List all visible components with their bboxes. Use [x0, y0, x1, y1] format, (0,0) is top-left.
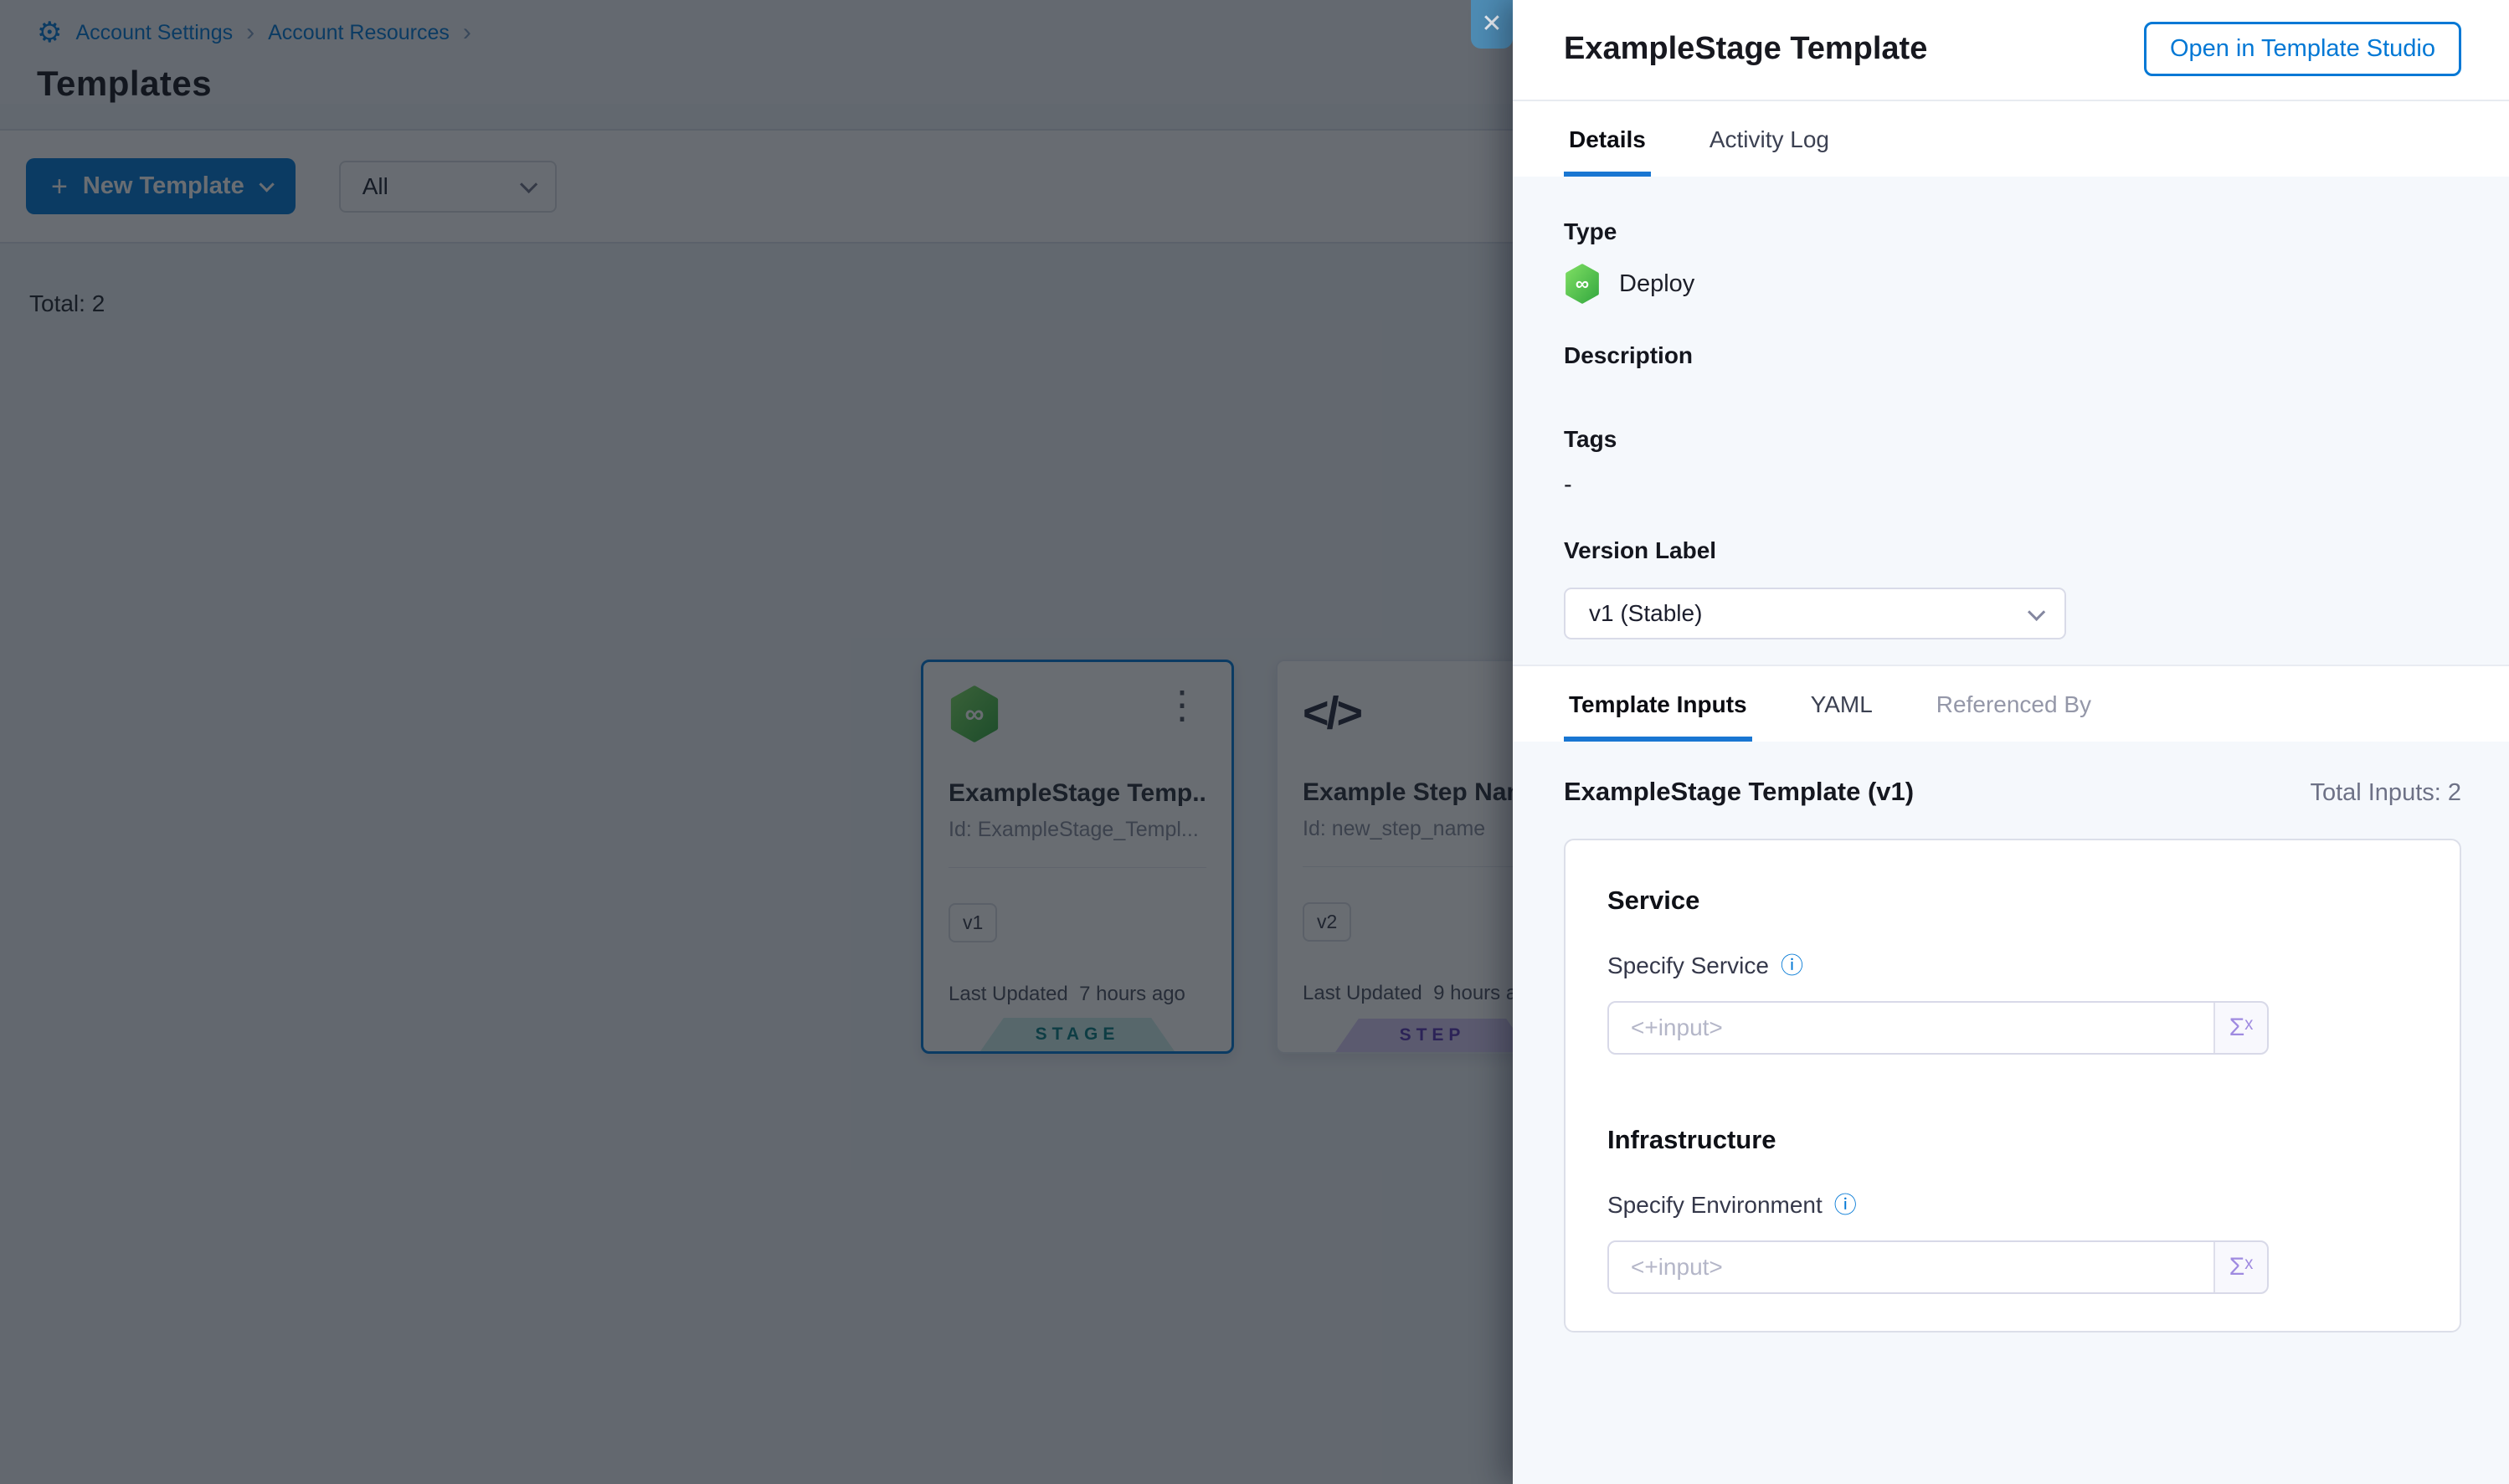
tags-value: -	[1564, 471, 2461, 499]
description-label: Description	[1564, 342, 2461, 369]
tab-template-inputs[interactable]: Template Inputs	[1564, 666, 1752, 742]
version-select-value: v1 (Stable)	[1589, 600, 1702, 627]
environment-input[interactable]	[1609, 1242, 2215, 1292]
service-input[interactable]	[1609, 1003, 2215, 1053]
panel-title: ExampleStage Template	[1564, 31, 1927, 67]
version-select[interactable]: v1 (Stable)	[1564, 588, 2066, 639]
version-label: Version Label	[1564, 537, 2461, 564]
specify-service-label: Specify Service ⓘ	[1607, 953, 2418, 979]
screen: ⚙ Account Settings › Account Resources ›…	[0, 0, 2509, 1484]
tab-details[interactable]: Details	[1564, 101, 1651, 177]
panel-sub-tabbar: Template Inputs YAML Referenced By	[1513, 665, 2509, 742]
chevron-down-icon	[2028, 603, 2045, 620]
panel-tabbar: Details Activity Log	[1513, 101, 2509, 177]
template-inputs-section: ExampleStage Template (v1) Total Inputs:…	[1513, 742, 2509, 1484]
service-section: Service Specify Service ⓘ Σˣ	[1607, 886, 2418, 1055]
close-panel-button[interactable]: ✕	[1471, 0, 1513, 49]
type-value-row: ∞ Deploy	[1564, 264, 2461, 304]
runtime-input-type-button[interactable]: Σˣ	[2215, 1242, 2267, 1292]
deploy-hexagon-icon: ∞	[1564, 264, 1601, 304]
close-icon: ✕	[1481, 12, 1502, 37]
field-label-text: Specify Service	[1607, 953, 1769, 979]
tab-yaml[interactable]: YAML	[1806, 666, 1878, 742]
service-input-group: Σˣ	[1607, 1001, 2269, 1055]
infrastructure-heading: Infrastructure	[1607, 1125, 2418, 1155]
svg-text:∞: ∞	[1576, 272, 1589, 294]
details-section: Type ∞ Deploy Description Tags - Version…	[1513, 177, 2509, 665]
service-heading: Service	[1607, 886, 2418, 916]
field-label-text: Specify Environment	[1607, 1192, 1823, 1219]
infrastructure-section: Infrastructure Specify Environment ⓘ Σˣ	[1607, 1125, 2418, 1294]
info-icon[interactable]: ⓘ	[1781, 955, 1803, 978]
inputs-card: Service Specify Service ⓘ Σˣ Infrastruct…	[1564, 839, 2461, 1333]
info-icon[interactable]: ⓘ	[1834, 1194, 1857, 1217]
panel-header: ExampleStage Template Open in Template S…	[1513, 0, 2509, 100]
tab-referenced-by[interactable]: Referenced By	[1931, 666, 2096, 742]
specify-environment-label: Specify Environment ⓘ	[1607, 1192, 2418, 1219]
tags-label: Tags	[1564, 426, 2461, 453]
open-in-template-studio-button[interactable]: Open in Template Studio	[2144, 22, 2461, 76]
inputs-heading: ExampleStage Template (v1)	[1564, 777, 1914, 807]
total-inputs: Total Inputs: 2	[2310, 779, 2461, 807]
description-value	[1564, 376, 2461, 413]
environment-input-group: Σˣ	[1607, 1240, 2269, 1294]
inputs-heading-row: ExampleStage Template (v1) Total Inputs:…	[1564, 777, 2461, 807]
type-value: Deploy	[1619, 270, 1694, 298]
tab-activity-log[interactable]: Activity Log	[1704, 101, 1834, 177]
type-label: Type	[1564, 218, 2461, 245]
runtime-input-type-button[interactable]: Σˣ	[2215, 1003, 2267, 1053]
template-details-panel: ExampleStage Template Open in Template S…	[1513, 0, 2509, 1484]
backdrop-overlay[interactable]	[0, 0, 1513, 1484]
